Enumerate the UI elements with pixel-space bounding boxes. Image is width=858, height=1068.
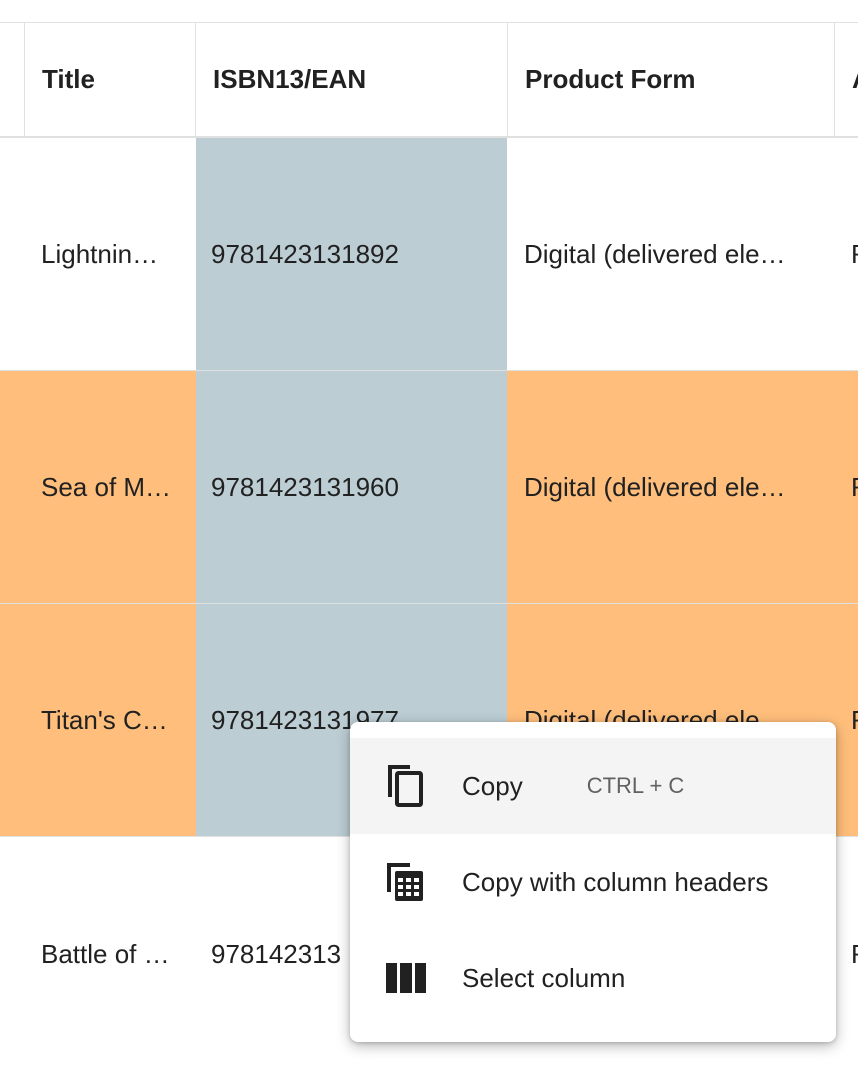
cell-title[interactable]: Battle of … bbox=[25, 838, 195, 1068]
table-row[interactable]: Lightnin… 9781423131892 Digital (deliver… bbox=[0, 138, 858, 371]
menu-item-select-column[interactable]: Select column bbox=[350, 930, 836, 1026]
menu-item-copy-with-headers[interactable]: Copy with column headers bbox=[350, 834, 836, 930]
copy-table-icon bbox=[350, 834, 462, 930]
grid-top-strip bbox=[0, 0, 858, 23]
cell-product-form[interactable]: Digital (delivered ele… bbox=[508, 138, 834, 370]
cell-isbn[interactable]: 9781423131892 bbox=[196, 138, 507, 370]
copy-icon bbox=[350, 738, 462, 834]
cell-next[interactable]: R bbox=[835, 371, 858, 603]
data-grid: Title ISBN13/EAN Product Form A Lightnin… bbox=[0, 0, 858, 1068]
header-next-column[interactable]: A bbox=[835, 23, 858, 136]
header-row: Title ISBN13/EAN Product Form A bbox=[0, 23, 858, 138]
cell-next[interactable]: R bbox=[835, 138, 858, 370]
cell-next[interactable]: R bbox=[835, 604, 858, 836]
cell-next[interactable]: R bbox=[835, 838, 858, 1068]
cell-product-form[interactable]: Digital (delivered ele… bbox=[508, 371, 834, 603]
table-row[interactable]: Sea of M… 9781423131960 Digital (deliver… bbox=[0, 371, 858, 604]
header-title[interactable]: Title bbox=[25, 23, 195, 136]
cell-title[interactable]: Titan's C… bbox=[25, 604, 195, 836]
menu-item-copy[interactable]: Copy CTRL + C bbox=[350, 738, 836, 834]
context-menu: Copy CTRL + C Copy with column headers S… bbox=[350, 722, 836, 1042]
header-isbn[interactable]: ISBN13/EAN bbox=[196, 23, 507, 136]
cell-title[interactable]: Lightnin… bbox=[25, 138, 195, 370]
menu-item-label: Copy with column headers bbox=[462, 866, 769, 897]
menu-item-label: Select column bbox=[462, 962, 626, 993]
column-icon bbox=[350, 930, 462, 1026]
header-product-form[interactable]: Product Form bbox=[508, 23, 834, 136]
cell-isbn[interactable]: 9781423131960 bbox=[196, 371, 507, 603]
cell-title[interactable]: Sea of M… bbox=[25, 371, 195, 603]
menu-item-label: Copy bbox=[462, 770, 523, 801]
menu-item-shortcut: CTRL + C bbox=[586, 773, 685, 798]
